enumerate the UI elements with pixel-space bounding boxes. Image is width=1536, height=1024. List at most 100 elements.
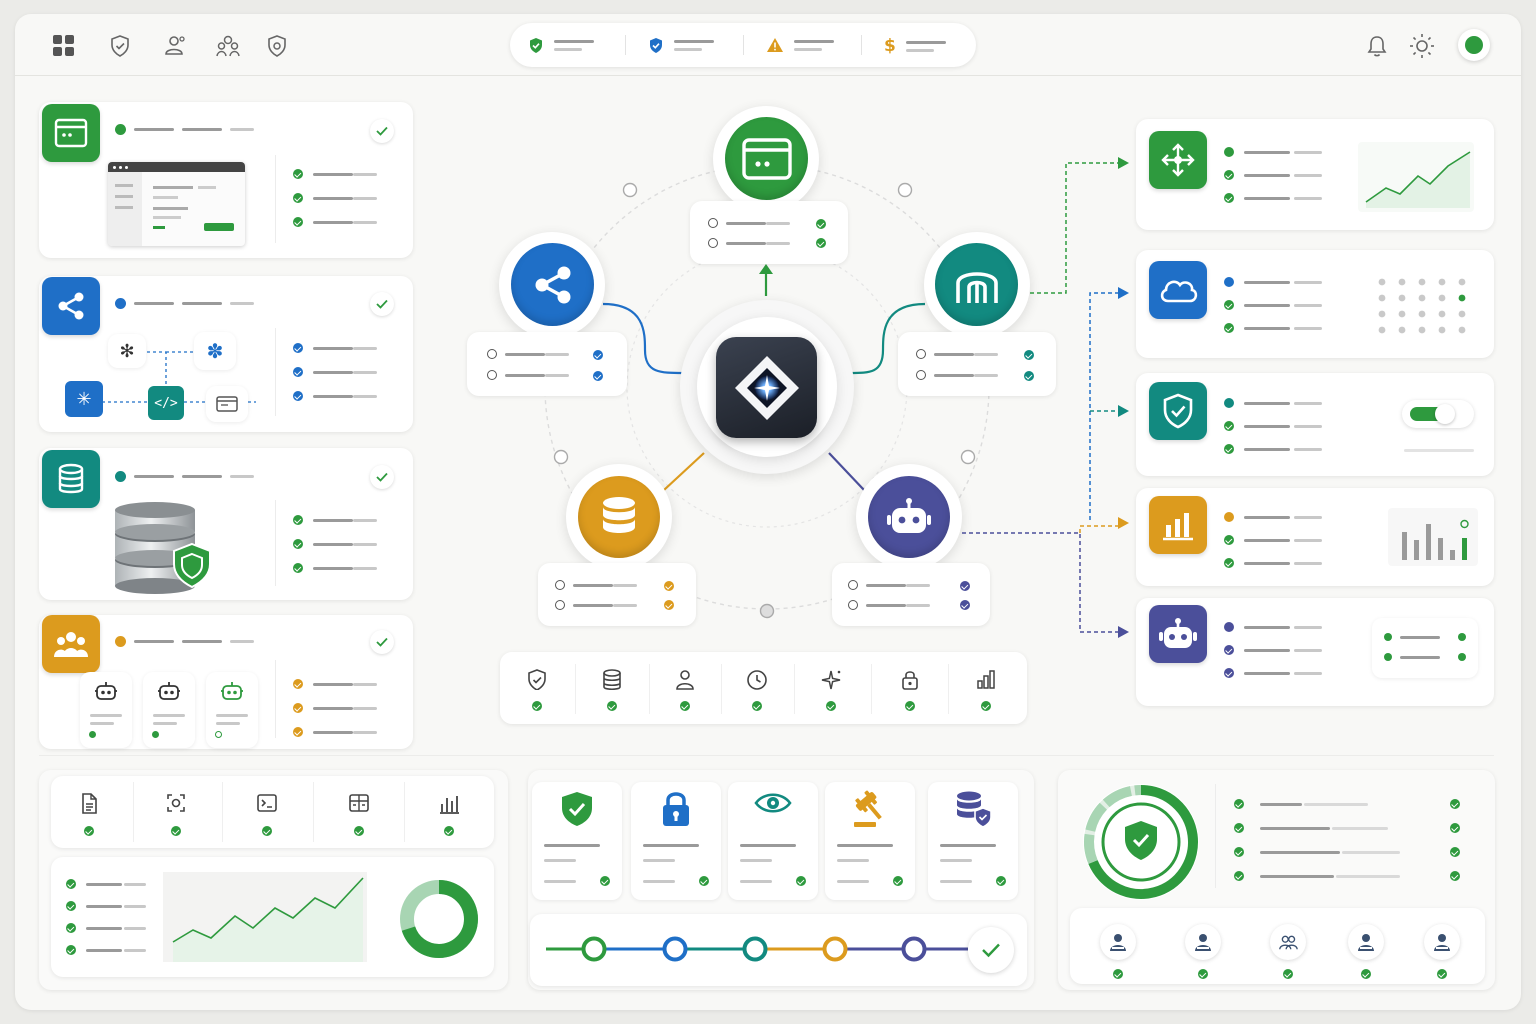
database-shield-icon [928, 790, 1018, 828]
status-item-compliance[interactable] [648, 37, 714, 54]
bar-chart-icon [1149, 496, 1207, 554]
agent-slot-2[interactable] [143, 672, 195, 748]
hub-node-database-details[interactable] [538, 563, 696, 626]
integration-node-slack[interactable]: ✻ [108, 334, 146, 368]
terminal-icon[interactable] [256, 792, 278, 819]
hub-node-integrations[interactable] [511, 243, 594, 326]
status-check-icon [1361, 969, 1371, 979]
user-icon[interactable] [1348, 924, 1384, 960]
status-check-icon [1198, 969, 1208, 979]
database-icon [603, 497, 635, 533]
hub-node-database[interactable] [578, 476, 660, 558]
security-toggle[interactable] [1402, 400, 1474, 428]
user-icon[interactable] [1185, 924, 1221, 960]
gateway-icon [955, 271, 998, 303]
users-icon[interactable] [215, 34, 241, 63]
shield-check-icon [1149, 382, 1207, 440]
hub-node-agent-details[interactable] [832, 563, 990, 626]
chart-icon[interactable] [975, 668, 997, 695]
integration-node-window[interactable] [206, 386, 248, 422]
camera-scan-icon[interactable] [165, 792, 187, 819]
checklist [293, 343, 377, 401]
lock-icon [631, 790, 721, 828]
team-icon [42, 615, 100, 673]
agent-task-list [1372, 618, 1478, 678]
access-rule-row[interactable] [1234, 846, 1464, 858]
status-pill-group: $ [510, 23, 976, 67]
robot-icon [887, 498, 931, 533]
status-check-icon [532, 701, 542, 711]
status-check-icon [354, 826, 364, 836]
browser-window-icon [42, 104, 100, 162]
bar-chart-icon[interactable] [438, 792, 460, 819]
lock-icon[interactable] [899, 668, 921, 695]
status-item-warnings[interactable] [766, 37, 834, 53]
user-network-icon[interactable] [162, 34, 186, 63]
shield-check-icon[interactable] [109, 34, 131, 63]
card-status-check [370, 292, 394, 316]
users-icon[interactable] [1270, 924, 1306, 960]
share-icon [535, 266, 570, 303]
node-dot-grid [1378, 278, 1466, 334]
hub-node-web-app[interactable] [725, 117, 808, 200]
status-check-icon [607, 701, 617, 711]
robot-icon [95, 682, 117, 700]
hub-node-gateway[interactable] [935, 243, 1018, 326]
sparkle-icon[interactable] [820, 668, 842, 695]
status-check-icon [1113, 969, 1123, 979]
robot-icon [1149, 605, 1207, 663]
hub-node-gateway-details[interactable] [898, 332, 1056, 396]
hub-center-core[interactable] [716, 337, 817, 438]
access-rule-row[interactable] [1234, 798, 1464, 810]
hub-node-web-app-details[interactable] [690, 201, 848, 264]
status-check-icon [796, 876, 806, 886]
robot-icon [221, 682, 243, 700]
top-toolbar: $ [15, 14, 1521, 76]
clock-icon[interactable] [746, 668, 768, 695]
pipeline-complete-check[interactable] [968, 927, 1014, 973]
shield-check-icon[interactable] [526, 668, 548, 695]
shield-settings-icon[interactable] [266, 34, 288, 63]
database-illustration [112, 500, 216, 601]
checklist [293, 679, 377, 737]
card-status-check [370, 119, 394, 143]
grid-icon[interactable] [53, 35, 75, 57]
status-check-icon [905, 701, 915, 711]
status-item-cost[interactable]: $ [884, 36, 946, 56]
status-check-icon [699, 876, 709, 886]
integration-node-hub[interactable]: ✽ [194, 332, 236, 370]
agent-slot-1[interactable] [80, 672, 132, 748]
browser-window-icon [741, 137, 792, 180]
status-check-icon [981, 701, 991, 711]
pipeline-track [530, 914, 1027, 986]
integration-node-source[interactable]: ✳ [65, 381, 103, 417]
eye-icon [728, 790, 818, 816]
move-arrows-icon [1149, 131, 1207, 189]
checklist [293, 169, 377, 227]
hub-node-agent[interactable] [868, 476, 950, 558]
sun-icon[interactable] [1409, 33, 1435, 64]
document-icon[interactable] [78, 792, 100, 819]
status-check-icon [262, 826, 272, 836]
layout-icon[interactable] [348, 792, 370, 819]
status-item-security[interactable] [528, 37, 594, 54]
access-rule-row[interactable] [1234, 870, 1464, 882]
bell-icon[interactable] [1366, 34, 1388, 63]
gavel-icon [825, 790, 915, 828]
status-check-icon [171, 826, 181, 836]
database-icon[interactable] [601, 668, 623, 695]
hub-node-integrations-details[interactable] [467, 332, 627, 396]
access-rule-row[interactable] [1234, 822, 1464, 834]
user-icon[interactable] [1424, 924, 1460, 960]
diamond-spark-icon [734, 355, 799, 420]
agent-slot-3[interactable] [206, 672, 258, 748]
card-status-check [370, 630, 394, 654]
user-icon[interactable] [674, 668, 696, 695]
status-online-icon[interactable] [1458, 29, 1490, 61]
status-check-icon [996, 876, 1006, 886]
warning-icon [767, 38, 783, 52]
browser-preview [108, 162, 245, 246]
user-icon[interactable] [1100, 924, 1136, 960]
integration-node-code[interactable]: </> [148, 386, 184, 420]
checklist [293, 515, 377, 573]
